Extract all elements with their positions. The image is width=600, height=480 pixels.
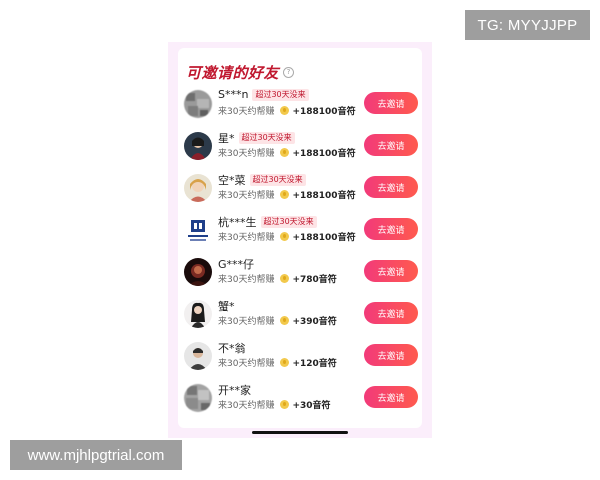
reward-amount: +188100音符 (292, 107, 356, 117)
invite-button[interactable]: 去邀请 (364, 260, 418, 282)
avatar (184, 258, 212, 286)
invite-button[interactable]: 去邀请 (364, 92, 418, 114)
avatar (184, 132, 212, 160)
friend-name: 空*菜 (218, 174, 246, 187)
invite-button[interactable]: 去邀请 (364, 176, 418, 198)
invite-button[interactable]: 去邀请 (364, 386, 418, 408)
friend-name: S***n (218, 88, 249, 101)
section-title: 可邀请的好友 (186, 64, 280, 82)
friend-name: 蟹* (218, 300, 235, 313)
reward-desc: 来30天约帮赚 (218, 275, 275, 285)
friend-name: 开**家 (218, 384, 251, 397)
inactive-tag: 超过30天没来 (252, 88, 309, 101)
reward-amount: +120音符 (292, 359, 337, 369)
question-circle-icon[interactable]: ? (283, 67, 295, 78)
friend-row: 空*菜 超过30天没来 来30天约帮赚 +188100音符 去邀请 (184, 170, 418, 210)
home-indicator (252, 431, 348, 434)
reward-desc: 来30天约帮赚 (218, 149, 275, 159)
friend-name: 杭***生 (218, 216, 257, 229)
phone-screen: 可邀请的好友 ? S***n 超过30天没来 来30天约帮赚 +188100音符… (168, 42, 432, 438)
avatar (184, 90, 212, 118)
coin-icon (280, 190, 290, 199)
reward-amount: +780音符 (292, 275, 337, 285)
friend-name: 不*翁 (218, 342, 246, 355)
coin-icon (280, 358, 290, 367)
invite-button[interactable]: 去邀请 (364, 344, 418, 366)
invite-friends-card: 可邀请的好友 ? S***n 超过30天没来 来30天约帮赚 +188100音符… (178, 48, 422, 428)
avatar (184, 300, 212, 328)
reward-amount: +188100音符 (292, 149, 356, 159)
coin-icon (280, 400, 290, 409)
coin-icon (280, 148, 290, 157)
invite-button[interactable]: 去邀请 (364, 302, 418, 324)
avatar (184, 384, 212, 412)
reward-desc: 来30天约帮赚 (218, 191, 275, 201)
coin-icon (280, 316, 290, 325)
friend-row: 开**家 来30天约帮赚 +30音符 去邀请 (184, 380, 418, 420)
invite-button[interactable]: 去邀请 (364, 218, 418, 240)
inactive-tag: 超过30天没来 (249, 174, 306, 186)
reward-amount: +390音符 (292, 317, 337, 327)
avatar (184, 174, 212, 202)
avatar (184, 216, 212, 244)
friend-name: 星* (218, 132, 235, 145)
reward-amount: +188100音符 (292, 233, 356, 243)
reward-desc: 来30天约帮赚 (218, 401, 275, 411)
friend-row: 蟹* 来30天约帮赚 +390音符 去邀请 (184, 296, 418, 336)
coin-icon (280, 232, 290, 241)
reward-amount: +30音符 (292, 401, 331, 411)
reward-amount: +188100音符 (292, 191, 356, 201)
friend-row: 星* 超过30天没来 来30天约帮赚 +188100音符 去邀请 (184, 128, 418, 168)
reward-desc: 来30天约帮赚 (218, 107, 275, 117)
reward-desc: 来30天约帮赚 (218, 233, 275, 243)
section-header: 可邀请的好友 ? (186, 62, 295, 83)
friend-row: 不*翁 来30天约帮赚 +120音符 去邀请 (184, 338, 418, 378)
friend-name: G***仔 (218, 258, 255, 271)
inactive-tag: 超过30天没来 (260, 216, 317, 228)
friend-row: 杭***生 超过30天没来 来30天约帮赚 +188100音符 去邀请 (184, 212, 418, 252)
reward-desc: 来30天约帮赚 (218, 359, 275, 369)
tg-watermark: TG: MYYJJPP (465, 10, 590, 40)
invite-button[interactable]: 去邀请 (364, 134, 418, 156)
inactive-tag: 超过30天没来 (238, 132, 295, 144)
coin-icon (280, 274, 290, 283)
friend-row: G***仔 来30天约帮赚 +780音符 去邀请 (184, 254, 418, 294)
avatar (184, 342, 212, 370)
friend-row: S***n 超过30天没来 来30天约帮赚 +188100音符 去邀请 (184, 86, 418, 126)
site-watermark: www.mjhlpgtrial.com (10, 440, 182, 470)
coin-icon (280, 106, 290, 115)
reward-desc: 来30天约帮赚 (218, 317, 275, 327)
